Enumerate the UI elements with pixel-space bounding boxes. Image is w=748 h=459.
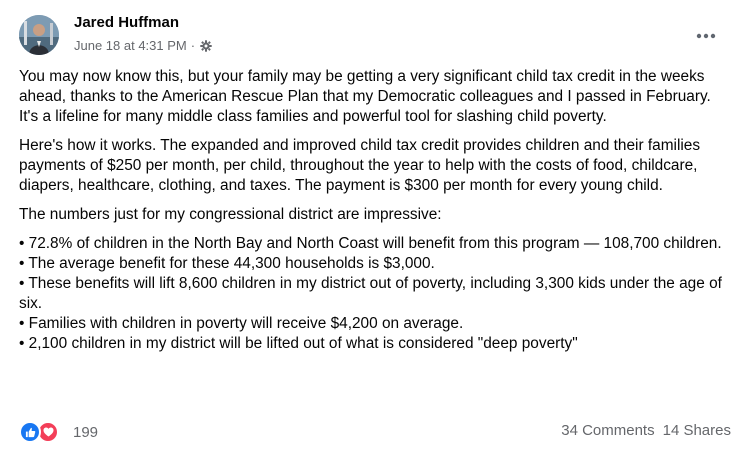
post-timestamp[interactable]: June 18 at 4:31 PM: [74, 38, 187, 53]
post-header: Jared Huffman June 18 at 4:31 PM ·: [19, 12, 732, 60]
ellipsis-icon: [696, 33, 716, 39]
bullet-list: • 72.8% of children in the North Bay and…: [19, 234, 734, 354]
meta-separator: ·: [190, 38, 196, 53]
reaction-count: 199: [73, 423, 99, 441]
engagement-counts: 34 Comments 14 Shares: [561, 422, 731, 439]
post-body: You may now know this, but your family m…: [19, 67, 734, 354]
post-paragraph: Here's how it works. The expanded and im…: [19, 137, 701, 194]
comments-count-link[interactable]: 34 Comments: [561, 422, 654, 439]
gear-icon[interactable]: [200, 39, 212, 52]
like-icon: [19, 421, 41, 443]
post-meta: June 18 at 4:31 PM ·: [74, 38, 212, 53]
author-name[interactable]: Jared Huffman: [74, 14, 179, 31]
post-paragraph: You may now know this, but your family m…: [19, 68, 711, 125]
bullet-item: • The average benefit for these 44,300 h…: [19, 255, 435, 272]
avatar-photo: [19, 15, 59, 55]
reactions-summary[interactable]: 199: [19, 421, 98, 443]
more-options-button[interactable]: [688, 18, 724, 54]
post-paragraph: The numbers just for my congressional di…: [19, 206, 442, 223]
shares-count-link[interactable]: 14 Shares: [663, 422, 731, 439]
bullet-item: • These benefits will lift 8,600 childre…: [19, 275, 722, 312]
bullet-item: • Families with children in poverty will…: [19, 315, 464, 332]
post-footer: 199 34 Comments 14 Shares: [19, 421, 731, 445]
facebook-post: Jared Huffman June 18 at 4:31 PM · You m…: [0, 0, 748, 459]
author-avatar[interactable]: [19, 15, 59, 55]
bullet-item: • 72.8% of children in the North Bay and…: [19, 235, 722, 252]
bullet-item: • 2,100 children in my district will be …: [19, 335, 578, 352]
